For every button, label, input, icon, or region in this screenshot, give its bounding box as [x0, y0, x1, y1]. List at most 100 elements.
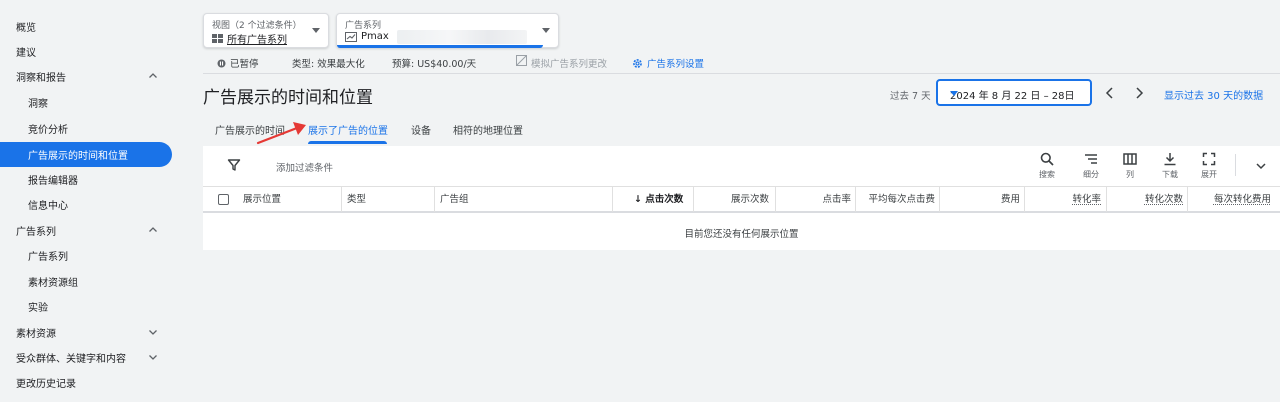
view-selector[interactable]: 视图（2 个过滤条件） 所有广告系列 — [203, 13, 329, 48]
sidebar-item-report-editor[interactable]: 报告编辑器 — [0, 167, 172, 192]
column-header-conversions[interactable]: 转化次数 — [1106, 187, 1183, 212]
grid-icon — [212, 34, 223, 43]
sidebar-item-when-where-ads-showed[interactable]: 广告展示的时间和位置 — [0, 142, 172, 167]
date-range-value: 2024 年 8 月 22 日 – 28日 — [950, 91, 1075, 102]
header-divider — [203, 73, 1280, 74]
sidebar-item-audiences-keywords-content[interactable]: 受众群体、关键字和内容 — [0, 345, 172, 370]
sidebar-item-label: 素材资源 — [16, 329, 56, 340]
previous-period-button[interactable] — [1101, 84, 1119, 102]
sidebar-item-insights-reports[interactable]: 洞察和报告 — [0, 64, 172, 89]
sidebar-item-label: 报告编辑器 — [28, 176, 78, 187]
view-selector-value-wrap: 所有广告系列 — [212, 31, 287, 46]
column-header-cost-per-conv-label: 每次转化费用 — [1213, 194, 1271, 205]
column-divider — [612, 187, 613, 212]
campaign-selector[interactable]: 广告系列 Pmax — [336, 13, 559, 48]
gear-icon — [633, 58, 642, 68]
sidebar-item-label: 广告系列 — [28, 252, 68, 263]
column-header-avg-cpc[interactable]: 平均每次点击费 — [855, 187, 935, 212]
simulate-label: 模拟广告系列更改 — [531, 59, 608, 70]
add-filter-input[interactable]: 添加过滤条件 — [276, 160, 333, 174]
sidebar-item-recommendations[interactable]: 建议 — [0, 39, 172, 64]
sidebar-item-label: 洞察 — [28, 99, 48, 110]
columns-icon — [1123, 153, 1137, 165]
annotation-arrow-icon — [256, 122, 306, 145]
chevron-up-icon — [148, 71, 158, 81]
download-label: 下载 — [1162, 170, 1178, 179]
column-header-cost-per-conv[interactable]: 每次转化费用 — [1187, 187, 1271, 212]
column-header-placement[interactable]: 展示位置 — [243, 187, 281, 212]
column-header-ad-group[interactable]: 广告组 — [440, 187, 469, 212]
expand-button[interactable]: 展开 — [1194, 152, 1224, 182]
column-divider — [341, 187, 342, 212]
sort-descending-icon: ↓ — [634, 194, 642, 205]
sidebar-item-change-history[interactable]: 更改历史记录 — [0, 370, 172, 395]
segment-button[interactable]: 细分 — [1076, 152, 1106, 182]
search-label: 搜索 — [1039, 170, 1055, 179]
chevron-up-icon — [148, 225, 158, 235]
column-header-conv-rate[interactable]: 转化率 — [1024, 187, 1101, 212]
tab-devices[interactable]: 设备 — [411, 122, 431, 137]
column-divider — [434, 187, 435, 212]
search-button[interactable]: 搜索 — [1032, 152, 1062, 182]
sidebar-item-experiments[interactable]: 实验 — [0, 294, 172, 319]
toolbar-divider — [1235, 154, 1236, 176]
expand-label: 展开 — [1201, 170, 1217, 179]
campaign-selector-value-wrap: Pmax — [345, 31, 389, 42]
sidebar-item-label: 竞价分析 — [28, 125, 68, 136]
select-all-checkbox[interactable] — [218, 194, 229, 205]
campaign-status-bar — [337, 45, 543, 48]
table-header: 展示位置 类型 广告组 ↓ 点击次数 展示次数 点击率 平均每次点击费 费用 转… — [203, 186, 1280, 213]
chevron-right-icon — [1136, 87, 1144, 99]
sidebar-item-assets[interactable]: 素材资源 — [0, 320, 172, 345]
paused-label: 已暂停 — [230, 59, 259, 70]
campaign-settings-label: 广告系列设置 — [647, 59, 705, 70]
column-header-impressions[interactable]: 展示次数 — [693, 187, 769, 212]
sidebar-item-campaigns-group[interactable]: 广告系列 — [0, 218, 172, 243]
tab-where-ads-showed[interactable]: 展示了广告的位置 — [308, 122, 388, 137]
placements-table-card: 添加过滤条件 搜索 细分 列 下载 展开 展示位置 类型 广告组 ↓ 点击次数 … — [203, 146, 1280, 250]
sidebar-item-label: 洞察和报告 — [16, 73, 66, 84]
sidebar-item-auction-insights[interactable]: 竞价分析 — [0, 116, 172, 141]
chevron-down-icon[interactable] — [1255, 160, 1267, 172]
sidebar-item-label: 更改历史记录 — [16, 379, 76, 390]
campaign-budget: 预算: US$40.00/天 — [392, 59, 477, 70]
column-header-conv-rate-label: 转化率 — [1072, 194, 1101, 205]
tab-matched-locations[interactable]: 相符的地理位置 — [453, 122, 523, 137]
sidebar-item-asset-groups[interactable]: 素材资源组 — [0, 269, 172, 294]
trend-icon — [345, 31, 357, 42]
dropdown-arrow-icon — [950, 91, 958, 96]
main-content: 视图（2 个过滤条件） 所有广告系列 广告系列 Pmax 已暂停 类型: 效果最… — [203, 0, 1280, 402]
download-icon — [1164, 153, 1176, 166]
columns-button[interactable]: 列 — [1115, 152, 1145, 182]
sidebar-item-overview[interactable]: 概览 — [0, 14, 172, 39]
sidebar-item-label: 实验 — [28, 303, 48, 314]
column-header-type[interactable]: 类型 — [347, 187, 366, 212]
page-title: 广告展示的时间和位置 — [203, 88, 373, 108]
simulate-changes: 模拟广告系列更改 — [516, 53, 608, 70]
sidebar-item-insights[interactable]: 洞察 — [0, 90, 172, 115]
dropdown-arrow-icon — [312, 28, 320, 33]
column-header-cost[interactable]: 费用 — [939, 187, 1020, 212]
pause-circle-icon — [217, 59, 226, 67]
sidebar-item-label: 广告展示的时间和位置 — [28, 151, 128, 162]
sidebar-item-campaigns[interactable]: 广告系列 — [0, 243, 172, 268]
active-tab-indicator — [308, 141, 387, 144]
segment-label: 细分 — [1083, 170, 1099, 179]
column-header-clicks-label: 点击次数 — [645, 194, 684, 205]
show-30-days-link[interactable]: 显示过去 30 天的数据 — [1164, 87, 1263, 102]
next-period-button[interactable] — [1130, 84, 1148, 102]
column-header-ctr[interactable]: 点击率 — [775, 187, 851, 212]
column-header-clicks[interactable]: ↓ 点击次数 — [634, 187, 683, 212]
sidebar-item-label: 素材资源组 — [28, 278, 78, 289]
columns-label: 列 — [1126, 170, 1134, 179]
segment-icon — [1085, 154, 1097, 164]
date-range-picker[interactable]: 2024 年 8 月 22 日 – 28日 — [936, 79, 1092, 106]
simulate-icon — [516, 54, 527, 66]
download-button[interactable]: 下载 — [1155, 152, 1185, 182]
sidebar-item-dashboards[interactable]: 信息中心 — [0, 192, 172, 217]
filter-icon[interactable] — [227, 158, 241, 172]
redacted-campaign-name — [397, 30, 527, 44]
sidebar-item-label: 广告系列 — [16, 227, 56, 238]
date-range-label: 过去 7 天 — [890, 91, 931, 102]
campaign-settings-link[interactable]: 广告系列设置 — [632, 56, 704, 70]
